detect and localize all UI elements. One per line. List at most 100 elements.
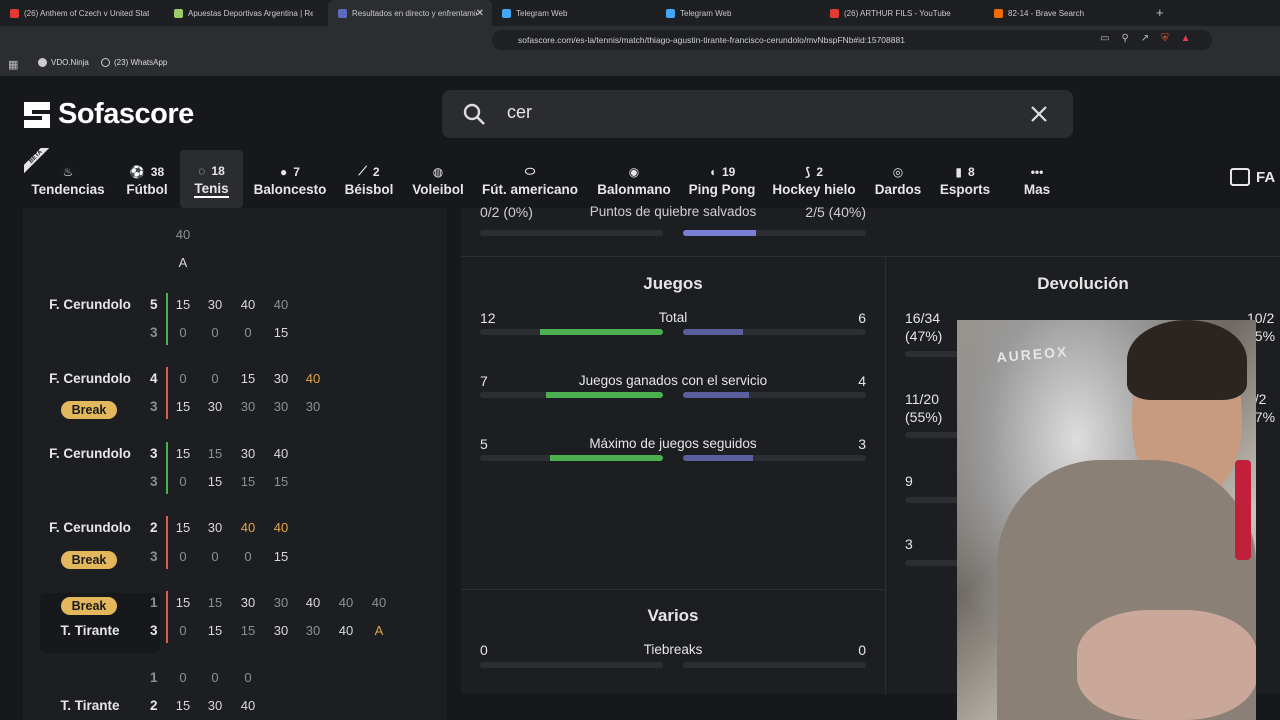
player-name[interactable]: F. Cerundolo [45, 520, 135, 535]
tab-title: Resultados en directo y enfrentamientos [352, 8, 477, 18]
sport-tab-top: ◖ 19 [709, 162, 736, 182]
point-score: 15 [207, 446, 223, 461]
sport-tab-mas[interactable]: ••• Mas [1013, 150, 1061, 208]
point-score: 30 [273, 399, 289, 414]
point-score: 40 [371, 595, 387, 610]
sport-tab-esports[interactable]: ▮ 8 Esports [933, 150, 997, 208]
point-score: 30 [240, 595, 256, 610]
player-name[interactable]: F. Cerundolo [45, 371, 135, 386]
bookmark-label: VDO.Ninja [51, 58, 89, 67]
zoom-icon[interactable]: ⚲ [1121, 33, 1128, 44]
point-score: 0 [244, 549, 252, 564]
stat-bar-left [480, 392, 663, 398]
point-score: 0 [179, 670, 187, 685]
section-divider [461, 589, 885, 590]
player-name[interactable]: T. Tirante [45, 698, 135, 713]
browser-tab[interactable]: (26) Anthem of Czech v United States [0, 0, 164, 26]
sport-label: Dardos [874, 181, 922, 197]
close-tab-icon[interactable]: ✕ [476, 8, 484, 19]
break-badge: Break [61, 401, 117, 419]
point-score: 30 [305, 399, 321, 414]
point-score: 30 [207, 520, 223, 535]
point-score: A [374, 623, 384, 638]
more-icon: ••• [1030, 164, 1044, 179]
vdo-ninja-icon [38, 58, 47, 67]
logo-text: Sofascore [58, 98, 194, 130]
favorites-icon [1230, 168, 1250, 186]
game-score: 3 [150, 325, 158, 340]
stat-bar-right [683, 230, 866, 236]
sofascore-logo[interactable]: Sofascore [22, 98, 194, 131]
game-score: 3 [150, 474, 158, 489]
favorites-link[interactable]: FA [1230, 168, 1275, 186]
sport-tab-f-t-americano[interactable]: ⬭ Fút. americano [474, 150, 586, 208]
search-bar[interactable] [442, 90, 1073, 138]
stat-bar-right-fill [683, 455, 753, 461]
game-score: 1 [150, 670, 158, 685]
player-name[interactable]: F. Cerundolo [45, 297, 135, 312]
tab-favicon [174, 8, 183, 18]
browser-tab[interactable]: Resultados en directo y enfrentamientos✕ [328, 0, 492, 26]
sport-tab-baloncesto[interactable]: ● 7 Baloncesto [247, 150, 333, 208]
webcam-overlay: AUREOX [957, 320, 1256, 720]
bookmark-whatsapp[interactable]: (23) WhatsApp [101, 58, 167, 67]
point-score: 15 [175, 698, 191, 713]
player-name[interactable]: T. Tirante [45, 623, 135, 638]
game-score: 3 [150, 399, 158, 414]
sport-tab-voleibol[interactable]: ◍ Voleibol [405, 150, 471, 208]
sport-tab-f-tbol[interactable]: ⚽ 38 Fútbol [117, 150, 177, 208]
tab-favicon [830, 8, 839, 18]
sport-tab-tenis[interactable]: ◌ 18 Tenis [180, 150, 243, 208]
game-score: 4 [150, 371, 158, 386]
sport-tab-balonmano[interactable]: ◉ Balonmano [590, 150, 678, 208]
sport-tab-hockey-hielo[interactable]: ⟆ 2 Hockey hielo [765, 150, 863, 208]
browser-tab[interactable]: 82-14 - Brave Search [984, 0, 1148, 26]
browser-tab[interactable]: Apuestas Deportivas Argentina | Regí [164, 0, 328, 26]
sport-label: Fútbol [126, 181, 168, 197]
whatsapp-icon [101, 58, 110, 67]
tab-favicon [502, 8, 511, 18]
brave-rewards-icon[interactable]: ▲ [1181, 33, 1191, 44]
sport-tab-b-isbol[interactable]: ⟋ 2 Béisbol [339, 150, 399, 208]
search-input[interactable] [507, 102, 987, 123]
sport-tab-ping-pong[interactable]: ◖ 19 Ping Pong [683, 150, 761, 208]
bookmark-vdo-ninja[interactable]: VDO.Ninja [38, 58, 89, 67]
break-badge: Break [61, 597, 117, 615]
webcam-microphone [1235, 460, 1251, 560]
volleyball-icon: ◍ [432, 164, 444, 179]
point-score: 40 [338, 595, 354, 610]
stat-label: Tiebreaks [643, 642, 703, 657]
clear-search-icon[interactable] [1030, 105, 1048, 123]
point-score: 0 [244, 670, 252, 685]
stat-bar-left-fill [549, 455, 663, 461]
tab-favicon [338, 8, 347, 18]
tab-favicon [666, 8, 675, 18]
point-by-point-panel: 40 A F. Cerundolo 5 3 15 30 40 40 0 0 0 15 F. Cerundo… [23, 208, 447, 720]
point-score: 30 [305, 623, 321, 638]
tab-favicon [10, 8, 19, 18]
browser-tab[interactable]: Telegram Web [656, 0, 820, 26]
apps-grid-icon[interactable]: ▦ [8, 58, 18, 71]
stat-right-value: 2/5 (40%) [805, 204, 866, 220]
point-score: 0 [179, 623, 187, 638]
sport-count: 2 [816, 164, 824, 179]
browser-tab[interactable]: Telegram Web [492, 0, 656, 26]
cast-icon[interactable]: ▭ [1100, 33, 1109, 44]
sport-tab-dardos[interactable]: ◎ Dardos [868, 150, 928, 208]
tab-title: Telegram Web [516, 8, 568, 18]
point-score: 40 [338, 623, 354, 638]
stat-bar-right-fill [683, 329, 744, 335]
brave-shield-icon[interactable]: ⛨ [1161, 33, 1169, 44]
browser-tab[interactable]: (26) ARTHUR FILS - YouTube [820, 0, 984, 26]
new-tab-button[interactable]: + [1156, 5, 1164, 20]
point-score: 40 [273, 520, 289, 535]
game-score: 3 [150, 623, 158, 638]
stat-label: Total [658, 310, 688, 325]
stat-left-value: 3 [905, 536, 913, 552]
player-name[interactable]: F. Cerundolo [45, 446, 135, 461]
webcam-person-hand [1077, 610, 1256, 720]
tab-title: 82-14 - Brave Search [1008, 8, 1085, 18]
point-score: 15 [207, 623, 223, 638]
section-title-varios: Varios [647, 606, 699, 625]
share-icon[interactable]: ↗ [1141, 33, 1149, 44]
